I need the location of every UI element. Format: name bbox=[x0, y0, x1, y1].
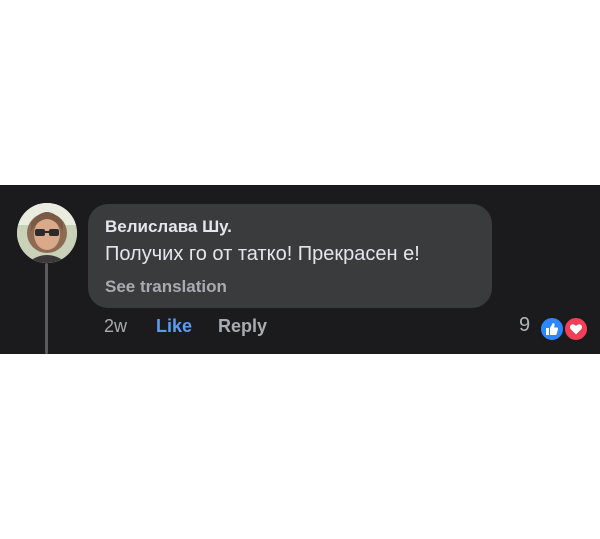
avatar[interactable] bbox=[17, 203, 77, 263]
comment-panel: Велислава Шу. Получих го от татко! Прекр… bbox=[0, 185, 600, 354]
reply-button[interactable]: Reply bbox=[218, 316, 267, 338]
love-reaction-icon bbox=[563, 316, 589, 342]
comment-text: Получих го от татко! Прекрасен е! bbox=[105, 243, 420, 265]
comment-bubble: Велислава Шу. Получих го от татко! Прекр… bbox=[88, 204, 492, 308]
comment-author[interactable]: Велислава Шу. bbox=[105, 217, 232, 237]
thread-line bbox=[45, 263, 48, 354]
like-button[interactable]: Like bbox=[156, 316, 192, 338]
reaction-count[interactable]: 9 bbox=[519, 314, 530, 337]
see-translation-link[interactable]: See translation bbox=[105, 277, 227, 297]
comment-timestamp[interactable]: 2w bbox=[104, 316, 127, 338]
like-reaction-icon bbox=[539, 316, 565, 342]
